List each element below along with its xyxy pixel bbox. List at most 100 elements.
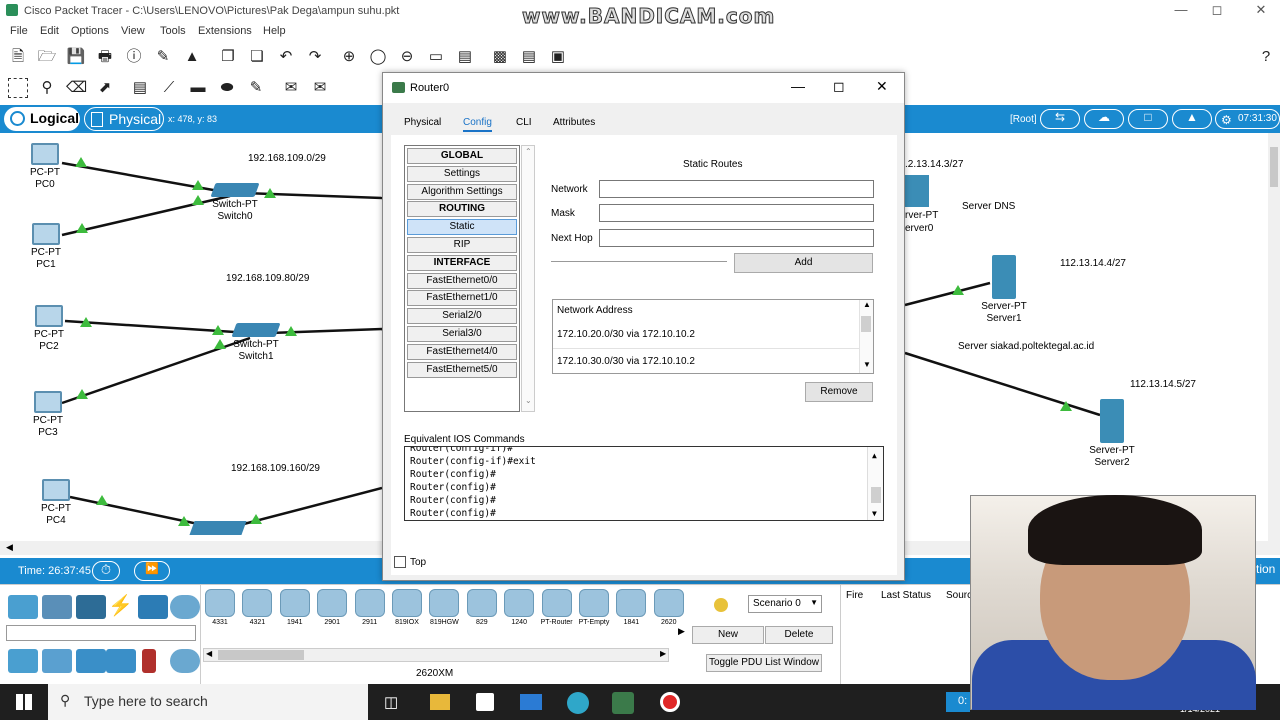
scroll-down-icon[interactable]: ⌄ (525, 396, 532, 405)
server0-icon[interactable] (905, 175, 929, 207)
navigation-icon[interactable]: ⇆ (1040, 109, 1080, 129)
menu-options[interactable]: Options (71, 25, 109, 37)
close-button[interactable]: ✕ (1246, 2, 1276, 20)
edge-icon[interactable] (567, 692, 589, 714)
environment-icon[interactable]: ▲ (1172, 109, 1212, 129)
routers-icon[interactable] (8, 649, 38, 673)
router-model-item[interactable]: 1941 (278, 589, 312, 633)
device-search-field[interactable] (6, 625, 196, 641)
router-model-item[interactable]: 1240 (502, 589, 536, 633)
router-model-item[interactable]: 819HGW (427, 589, 461, 633)
tab-physical[interactable]: Physical (404, 117, 441, 128)
screenshot-icon[interactable]: ▣ (548, 47, 568, 67)
menu-file[interactable]: File (10, 25, 28, 37)
menu-edit[interactable]: Edit (40, 25, 59, 37)
rectangle-icon[interactable]: ▬ (188, 78, 208, 98)
router-model-item[interactable]: 819IOX (390, 589, 424, 633)
paste-icon[interactable]: ❏ (247, 47, 267, 67)
dialog-minimize-button[interactable]: — (791, 78, 805, 94)
scroll-up-icon[interactable]: ⌃ (525, 147, 532, 156)
connections-icon[interactable]: ⚡ (108, 593, 133, 618)
network-input[interactable] (599, 180, 874, 198)
root-label[interactable]: [Root] (1010, 114, 1037, 125)
switch2-device[interactable] (189, 521, 247, 535)
task-view-icon[interactable]: ◫ (384, 693, 398, 711)
router-model-item[interactable]: 4321 (240, 589, 274, 633)
switch0-device[interactable]: Switch-PT Switch0 (205, 183, 265, 223)
next-hop-input[interactable] (599, 229, 874, 247)
pdu-icon[interactable]: ▤ (519, 47, 539, 67)
resize-icon[interactable]: ⬈ (95, 78, 115, 98)
switches-icon[interactable] (42, 649, 72, 673)
server2-device[interactable]: Server-PT Server2 (1082, 399, 1142, 469)
components-icon[interactable] (76, 595, 106, 619)
notes-icon[interactable]: ▩ (490, 47, 510, 67)
scenario-select[interactable]: Scenario 0 ▼ (748, 595, 822, 613)
dialog-maximize-button[interactable]: ◻ (833, 78, 845, 95)
menu-extensions[interactable]: Extensions (198, 25, 252, 37)
tab-cli[interactable]: CLI (516, 117, 532, 128)
physical-tab[interactable]: Physical (84, 107, 164, 131)
redo-icon[interactable]: ↷ (305, 47, 325, 67)
nav-item[interactable]: Serial2/0 (407, 308, 517, 325)
scroll-right-icon[interactable]: ▶ (660, 649, 666, 658)
dialog-close-button[interactable]: ✕ (876, 78, 888, 95)
network-info-icon[interactable]: ✎ (153, 47, 173, 67)
custom-device-icon[interactable]: ▤ (455, 47, 475, 67)
toggle-pdu-list-button[interactable]: Toggle PDU List Window (706, 654, 822, 672)
nav-item[interactable]: FastEthernet5/0 (407, 361, 517, 378)
route-item[interactable]: 172.10.20.0/30 via 172.10.10.2 (557, 329, 695, 340)
select-icon[interactable] (8, 78, 28, 98)
new-scenario-button[interactable]: New (692, 626, 764, 644)
scroll-down-icon[interactable]: ▼ (872, 507, 877, 520)
open-folder-icon[interactable]: 🗁 (37, 47, 57, 67)
router-model-item[interactable]: PT-Empty (577, 589, 611, 633)
minimize-button[interactable]: — (1166, 2, 1196, 20)
scroll-thumb[interactable] (871, 487, 881, 503)
expand-icon[interactable]: ▶ (678, 626, 685, 637)
pc2-device[interactable]: PC-PT PC2 (19, 305, 79, 353)
router-model-item[interactable]: 4331 (203, 589, 237, 633)
mask-input[interactable] (599, 204, 874, 222)
route-item[interactable]: 172.10.30.0/30 via 172.10.10.2 (557, 356, 695, 367)
hubs-icon[interactable] (76, 649, 106, 673)
multiuser-icon[interactable] (170, 595, 200, 619)
scroll-down-icon[interactable]: ▼ (863, 360, 871, 369)
scroll-up-icon[interactable]: ▲ (872, 449, 877, 462)
pc1-device[interactable]: PC-PT PC1 (16, 223, 76, 271)
cloud-settings-icon[interactable]: ☁ (1084, 109, 1124, 129)
ios-scrollbar[interactable]: ▲ ▼ (867, 447, 883, 520)
pc4-device[interactable]: PC-PT PC4 (26, 479, 86, 527)
inspect-icon[interactable]: ⚲ (37, 78, 57, 98)
wan-emulation-icon[interactable] (170, 649, 200, 673)
switch1-device[interactable]: Switch-PT Switch1 (226, 323, 286, 363)
undo-icon[interactable]: ↶ (276, 47, 296, 67)
logical-tab[interactable]: Logical (4, 107, 80, 131)
zoom-in-icon[interactable]: ⊕ (339, 47, 359, 67)
copy-icon[interactable]: ❐ (218, 47, 238, 67)
security-icon[interactable] (142, 649, 156, 673)
nav-item[interactable]: Serial3/0 (407, 326, 517, 342)
maximize-button[interactable]: ◻ (1202, 2, 1232, 20)
delete-scenario-button[interactable]: Delete (765, 626, 833, 644)
router-model-item[interactable]: 829 (465, 589, 499, 633)
tab-attributes[interactable]: Attributes (553, 117, 595, 128)
server1-device[interactable]: Server-PT Server1 (974, 255, 1034, 325)
router-model-item[interactable]: PT-Router (540, 589, 574, 633)
note-icon[interactable]: ▤ (130, 78, 150, 98)
help-icon[interactable]: ? (1256, 47, 1276, 67)
scroll-up-icon[interactable]: ▲ (863, 300, 871, 309)
freeform-icon[interactable]: ✎ (246, 78, 266, 98)
zoom-out-icon[interactable]: ⊖ (397, 47, 417, 67)
ellipse-icon[interactable]: ⬬ (217, 78, 237, 98)
file-explorer-icon[interactable] (430, 694, 450, 710)
remove-route-button[interactable]: Remove (805, 382, 873, 402)
routes-scrollbar[interactable]: ▲ ▼ (859, 300, 873, 373)
router-model-item[interactable]: 2911 (353, 589, 387, 633)
router-model-item[interactable]: 2901 (315, 589, 349, 633)
nav-item[interactable]: Settings (407, 165, 517, 182)
scroll-left-icon[interactable]: ◀ (206, 649, 212, 658)
save-icon[interactable]: 💾 (66, 47, 86, 67)
complex-pdu-icon[interactable]: ✉ (310, 78, 330, 98)
drawing-palette-icon[interactable]: ▭ (426, 47, 446, 67)
